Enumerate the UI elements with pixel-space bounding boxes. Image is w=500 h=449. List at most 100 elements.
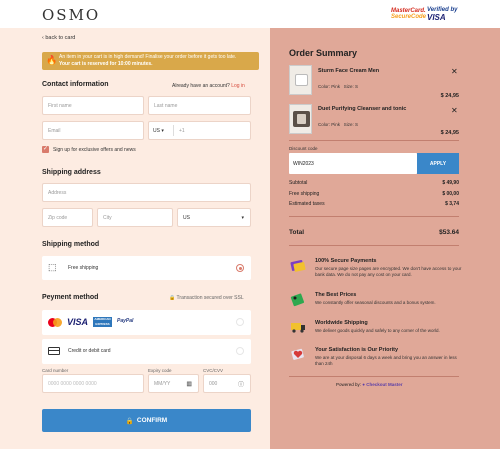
remove-item-icon[interactable]: ✕	[451, 106, 458, 115]
reservation-banner: 🔥 An item in your cart is in high demand…	[42, 52, 259, 70]
city-placeholder: City	[103, 214, 112, 221]
product-price: $ 24,95	[440, 130, 459, 136]
confirm-label: CONFIRM	[136, 417, 168, 424]
expiry-input[interactable]: MM/YY ▦	[148, 374, 199, 393]
taxes-row: Estimated taxes $ 3,74	[289, 201, 459, 207]
product-price: $ 24,95	[440, 93, 459, 99]
feature-title: Worldwide Shipping	[315, 320, 368, 326]
product-name: Duet Purifying Cleanser and tonic	[318, 106, 407, 112]
cvc-placeholder: 000	[209, 380, 218, 387]
phone-input[interactable]: US ▾ +1	[148, 121, 251, 140]
apply-button[interactable]: APPLY	[417, 153, 459, 174]
feature-title: The Best Prices	[315, 292, 357, 298]
feature-desc: We constantly offer seasonal discounts a…	[315, 300, 436, 305]
product-size: Size: S	[343, 122, 359, 127]
verified-by-visa-badge: Verified by VISA	[427, 7, 457, 22]
login-link[interactable]: Log in	[231, 83, 245, 89]
expiry-label: Expiry code	[148, 368, 172, 373]
banner-message: An item in your cart is in high demand! …	[59, 54, 237, 60]
email-input[interactable]: Email	[42, 121, 144, 140]
confirm-button[interactable]: 🔒 CONFIRM	[42, 409, 251, 432]
product-thumbnail	[289, 65, 312, 95]
ssl-note-text: Transaction secured over SSL	[176, 295, 244, 301]
cvc-input[interactable]: 000 ⓘ	[203, 374, 251, 393]
shipping-radio[interactable]	[236, 264, 244, 272]
email-placeholder: Email	[48, 127, 61, 134]
total-value: $53.64	[439, 229, 459, 236]
total-label: Total	[289, 229, 305, 236]
apply-label: APPLY	[429, 160, 447, 167]
country-select[interactable]: US ▾	[177, 208, 251, 227]
payment-option-card[interactable]: Credit or debit card	[42, 339, 251, 364]
price-tag-icon	[290, 293, 305, 307]
paypal-icon: PayPal	[117, 318, 134, 324]
chevron-left-icon: ‹	[42, 35, 44, 41]
feature-title: 100% Secure Payments	[315, 258, 377, 264]
mastercard-icon	[48, 318, 62, 327]
shipping-value: $ 00,00	[442, 191, 459, 197]
last-name-input[interactable]: Last name	[148, 96, 251, 115]
product-color: Color: Pink	[318, 122, 341, 127]
shipping-truck-icon	[291, 323, 305, 333]
subtotal-value: $ 49,90	[442, 180, 459, 186]
lock-icon: 🔒	[169, 295, 176, 301]
back-link[interactable]: ‹ back to card	[42, 35, 75, 41]
vbv-badge-line2: VISA	[427, 13, 446, 22]
address-input[interactable]: Address	[42, 183, 251, 202]
order-summary-title: Order Summary	[289, 48, 358, 58]
banner-timer: Your cart is reserved for 10:00 minutes.	[59, 61, 153, 67]
ssl-note: 🔒 Transaction secured over SSL	[169, 295, 244, 301]
country-code-select[interactable]: US ▾	[153, 128, 164, 134]
card-radio[interactable]	[236, 347, 244, 355]
card-number-label: Card number	[42, 368, 69, 373]
discount-label: Discount code	[289, 146, 318, 151]
visa-icon: VISA	[67, 317, 89, 327]
caret-down-icon: ▾	[161, 127, 164, 134]
powered-by: Powered by: ● Checkout Master	[336, 382, 403, 387]
contact-title: Contact information	[42, 81, 109, 88]
brand-logo[interactable]: OSMO	[42, 6, 100, 24]
product-meta: Color: Pink Size: S	[318, 122, 358, 127]
divider	[289, 216, 459, 217]
total-row: Total $53.64	[289, 229, 459, 236]
zip-placeholder: Zip code	[48, 214, 68, 221]
signup-checkbox[interactable]: ✓	[42, 146, 49, 153]
feature-desc: Our secure page size pages are encrypted…	[315, 266, 462, 277]
credit-card-icon	[48, 347, 60, 355]
divider	[289, 376, 459, 377]
discount-input[interactable]: WIN2023	[289, 153, 417, 174]
shipping-label: Free shipping	[289, 191, 320, 197]
product-color: Color: Pink	[318, 84, 341, 89]
checkout-form: ‹ back to card 🔥 An item in your cart is…	[0, 28, 270, 449]
payment-method-title: Peyment method	[42, 294, 99, 301]
city-input[interactable]: City	[97, 208, 173, 227]
shipping-option-free[interactable]: ⬚ Free shipping	[42, 256, 251, 280]
subtotal-row: Subtotal $ 49,90	[289, 180, 459, 186]
feature-desc: We deliver goods quickly and safely to a…	[315, 328, 440, 333]
first-name-placeholder: First name	[48, 102, 72, 109]
lock-icon: 🔒	[125, 417, 134, 425]
card-number-input[interactable]: 0000 0000 0000 0000	[42, 374, 144, 393]
back-link-label: back to card	[45, 35, 76, 41]
powered-by-label: Powered by:	[336, 382, 362, 387]
remove-item-icon[interactable]: ✕	[451, 67, 458, 76]
card-option-label: Credit or debit card	[68, 348, 111, 354]
first-name-input[interactable]: First name	[42, 96, 144, 115]
mc-badge-line2: SecureCode	[391, 14, 427, 20]
amex-icon: AMERICAN EXPRESS	[93, 317, 112, 327]
box-icon: ⬚	[48, 262, 57, 272]
country-value: US	[183, 214, 190, 221]
shipping-address-title: Shipping address	[42, 169, 101, 176]
feature-desc: We are at your disposal 6 days a week an…	[315, 355, 457, 366]
checkout-master-logo[interactable]: ● Checkout Master	[362, 382, 402, 387]
card-number-placeholder: 0000 0000 0000 0000	[48, 380, 97, 387]
feature-title: Your Satisfaction is Our Priority	[315, 347, 399, 353]
calendar-icon: ▦	[186, 381, 192, 387]
info-icon: ⓘ	[237, 382, 244, 388]
shipping-row: Free shipping $ 00,00	[289, 191, 459, 197]
secure-payment-icon	[290, 260, 306, 272]
wallet-radio[interactable]	[236, 318, 244, 326]
zip-input[interactable]: Zip code	[42, 208, 93, 227]
payment-option-wallets[interactable]: VISA AMERICAN EXPRESS PayPal	[42, 310, 251, 335]
shipping-option-label: Free shipping	[68, 265, 99, 271]
